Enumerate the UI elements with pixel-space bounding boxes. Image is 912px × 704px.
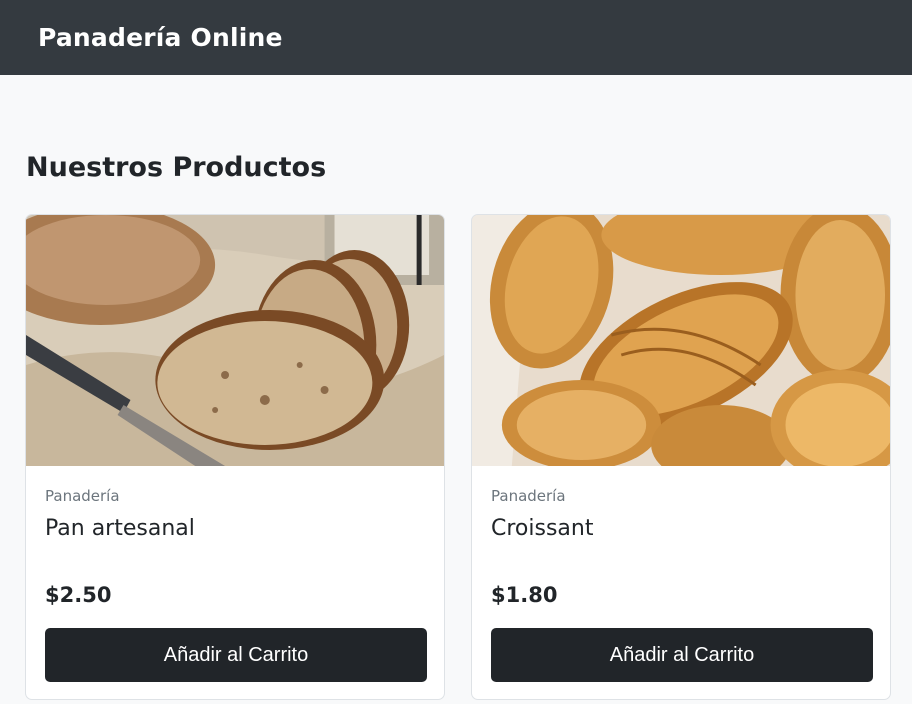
bread-photo-illustration [26,215,444,466]
croissant-photo-illustration [472,215,890,466]
product-price: $1.80 [491,583,558,607]
product-card: Panadería Pan artesanal $2.50 Añadir al … [25,214,445,700]
product-image-croissant [472,215,890,466]
product-image-bread [26,215,444,466]
product-category: Panadería [491,487,566,505]
navbar: Panadería Online [0,0,912,75]
add-to-cart-button[interactable]: Añadir al Carrito [45,628,427,682]
section-title: Nuestros Productos [26,152,327,183]
product-card: Panadería Croissant $1.80 Añadir al Carr… [471,214,891,700]
add-to-cart-button[interactable]: Añadir al Carrito [491,628,873,682]
product-price: $2.50 [45,583,112,607]
product-category: Panadería [45,487,120,505]
product-name: Croissant [491,516,594,541]
navbar-brand[interactable]: Panadería Online [38,23,283,52]
product-name: Pan artesanal [45,516,195,541]
